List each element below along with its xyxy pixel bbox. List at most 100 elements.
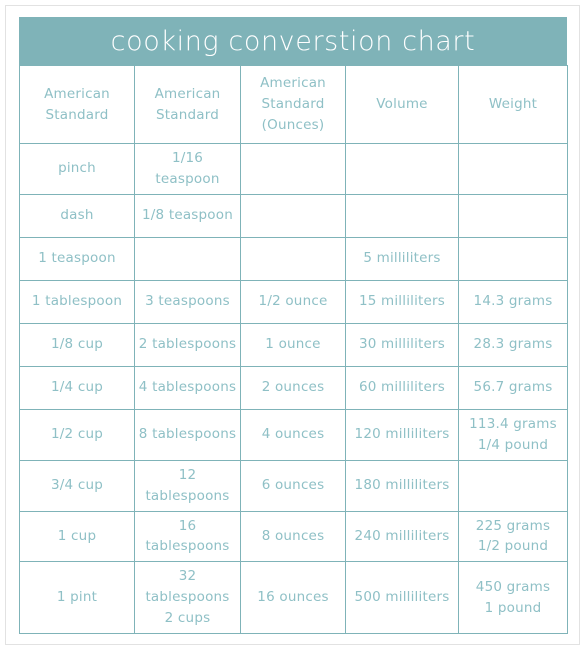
cell-american-standard-2: 1/16 teaspoon xyxy=(134,143,241,195)
table-header: American Standard American Standard Amer… xyxy=(19,65,568,144)
cell-weight xyxy=(458,143,568,195)
cell-line: 8 tablespoons xyxy=(138,426,237,443)
cell-line: 500 milliliters xyxy=(354,589,450,606)
header-line: American xyxy=(44,85,110,102)
cell-line: 1/2 cup xyxy=(51,426,103,443)
column-header-american-standard-2: American Standard xyxy=(134,65,241,144)
cell-line: 1 pint xyxy=(56,589,98,606)
header-line: Standard xyxy=(45,106,109,123)
cell-ounces: 6 ounces xyxy=(240,459,346,512)
cell-ounces xyxy=(240,193,346,238)
cell-line: 16 ounces xyxy=(257,589,329,606)
column-header-american-standard-ounces: American Standard (Ounces) xyxy=(240,65,346,144)
cell-line: 1/4 pound xyxy=(477,436,549,453)
cell-american-standard-1: 1 tablespoon xyxy=(19,279,135,324)
cell-volume xyxy=(345,193,459,238)
cell-weight: 450 grams 1 pound xyxy=(458,561,568,635)
cell-line: pinch xyxy=(58,160,96,177)
cell-line: 14.3 grams xyxy=(473,293,553,310)
cell-line: 60 milliliters xyxy=(358,379,446,396)
cell-weight: 56.7 grams xyxy=(458,365,568,410)
cell-weight: 14.3 grams xyxy=(458,279,568,324)
cell-line: 1/2 ounce xyxy=(258,293,328,310)
cell-weight xyxy=(458,236,568,281)
column-header-volume: Volume xyxy=(345,65,459,144)
cell-american-standard-1: 1 teaspoon xyxy=(19,236,135,281)
cell-line: 1/8 teaspoon xyxy=(142,207,233,224)
table-row: 1/4 cup 4 tablespoons 2 ounces 60 millilite… xyxy=(19,365,568,410)
cell-american-standard-1: dash xyxy=(19,193,135,238)
cell-line: 240 milliliters xyxy=(354,527,450,544)
cell-ounces: 1/2 ounce xyxy=(240,279,346,324)
table-row: 1 tablespoon 3 teaspoons 1/2 ounce 15 milli… xyxy=(19,279,568,324)
column-header-weight: Weight xyxy=(458,65,568,144)
cell-volume: 120 milliliters xyxy=(345,408,459,461)
header-line: American xyxy=(260,75,326,92)
table-row: 1/8 cup 2 tablespoons 1 ounce 30 milliliter… xyxy=(19,322,568,367)
cell-line: 4 ounces xyxy=(261,426,325,443)
cell-volume: 30 milliliters xyxy=(345,322,459,367)
cell-line: 16 tablespoons xyxy=(145,517,230,555)
cell-american-standard-2: 2 tablespoons xyxy=(134,322,241,367)
cell-american-standard-1: 1/8 cup xyxy=(19,322,135,367)
cell-volume: 240 milliliters xyxy=(345,510,459,563)
header-line: (Ounces) xyxy=(261,116,325,133)
cell-volume xyxy=(345,143,459,195)
cell-line: 1/4 cup xyxy=(51,379,103,396)
cell-line: 2 ounces xyxy=(261,379,325,396)
cell-ounces: 1 ounce xyxy=(240,322,346,367)
cell-ounces xyxy=(240,143,346,195)
cell-line: 6 ounces xyxy=(261,477,325,494)
cell-weight: 113.4 grams 1/4 pound xyxy=(458,408,568,461)
cell-volume: 60 milliliters xyxy=(345,365,459,410)
cell-american-standard-1: 1 pint xyxy=(19,561,135,635)
cell-line: 32 tablespoons xyxy=(145,568,230,606)
cell-ounces: 4 ounces xyxy=(240,408,346,461)
table-row: pinch 1/16 teaspoon xyxy=(19,143,568,195)
cell-line: 1 teaspoon xyxy=(38,250,116,267)
cell-line: dash xyxy=(60,207,94,224)
cell-american-standard-1: 3/4 cup xyxy=(19,459,135,512)
cell-line: 3 teaspoons xyxy=(145,293,230,310)
cell-weight: 225 grams 1/2 pound xyxy=(458,510,568,563)
cell-volume: 180 milliliters xyxy=(345,459,459,512)
header-line: Standard xyxy=(155,106,220,123)
cell-line: 113.4 grams xyxy=(469,415,557,432)
table-row: 1 cup 16 tablespoons 8 ounces 240 millilite… xyxy=(19,510,568,563)
cell-line: 2 cups xyxy=(164,610,211,627)
cell-line: 1 ounce xyxy=(265,336,321,353)
cell-volume: 15 milliliters xyxy=(345,279,459,324)
cell-american-standard-1: 1/4 cup xyxy=(19,365,135,410)
cell-line: 1 cup xyxy=(57,527,97,544)
chart-title-bar: cooking converstion chart xyxy=(19,17,567,65)
table-row: 1/2 cup 8 tablespoons 4 ounces 120 millilit… xyxy=(19,408,568,461)
cell-line: 3/4 cup xyxy=(51,477,103,494)
cell-line: 4 tablespoons xyxy=(138,379,237,396)
cell-line: 120 milliliters xyxy=(354,426,450,443)
cell-american-standard-2: 8 tablespoons xyxy=(134,408,241,461)
cell-line: 30 milliliters xyxy=(358,336,446,353)
cell-line: 15 milliliters xyxy=(358,293,446,310)
cell-line: 1/16 teaspoon xyxy=(155,150,220,187)
column-header-american-standard-1: American Standard xyxy=(19,65,135,144)
cell-line: 5 milliliters xyxy=(363,250,441,267)
cell-line: 225 grams xyxy=(475,517,551,534)
cell-american-standard-2: 3 teaspoons xyxy=(134,279,241,324)
header-line: Standard xyxy=(261,96,325,113)
cell-line: 12 tablespoons xyxy=(145,466,230,504)
cell-american-standard-1: 1 cup xyxy=(19,510,135,563)
conversion-table: American Standard American Standard Amer… xyxy=(19,65,568,635)
table-row: dash 1/8 teaspoon xyxy=(19,193,568,238)
cell-ounces: 16 ounces xyxy=(240,561,346,635)
conversion-chart-card: cooking converstion chart American Stand… xyxy=(19,17,568,635)
cell-american-standard-2: 16 tablespoons xyxy=(134,510,241,563)
cell-american-standard-2: 4 tablespoons xyxy=(134,365,241,410)
cell-line: 56.7 grams xyxy=(473,379,553,396)
cell-volume: 500 milliliters xyxy=(345,561,459,635)
table-body: pinch 1/16 teaspoon dash 1/8 teaspoon 1 teas… xyxy=(19,143,568,635)
table-row: 1 teaspoon 5 milliliters xyxy=(19,236,568,281)
header-line: Volume xyxy=(376,96,428,113)
cell-line: 8 ounces xyxy=(261,527,325,544)
cell-volume: 5 milliliters xyxy=(345,236,459,281)
cell-line: 1/8 cup xyxy=(51,336,103,353)
